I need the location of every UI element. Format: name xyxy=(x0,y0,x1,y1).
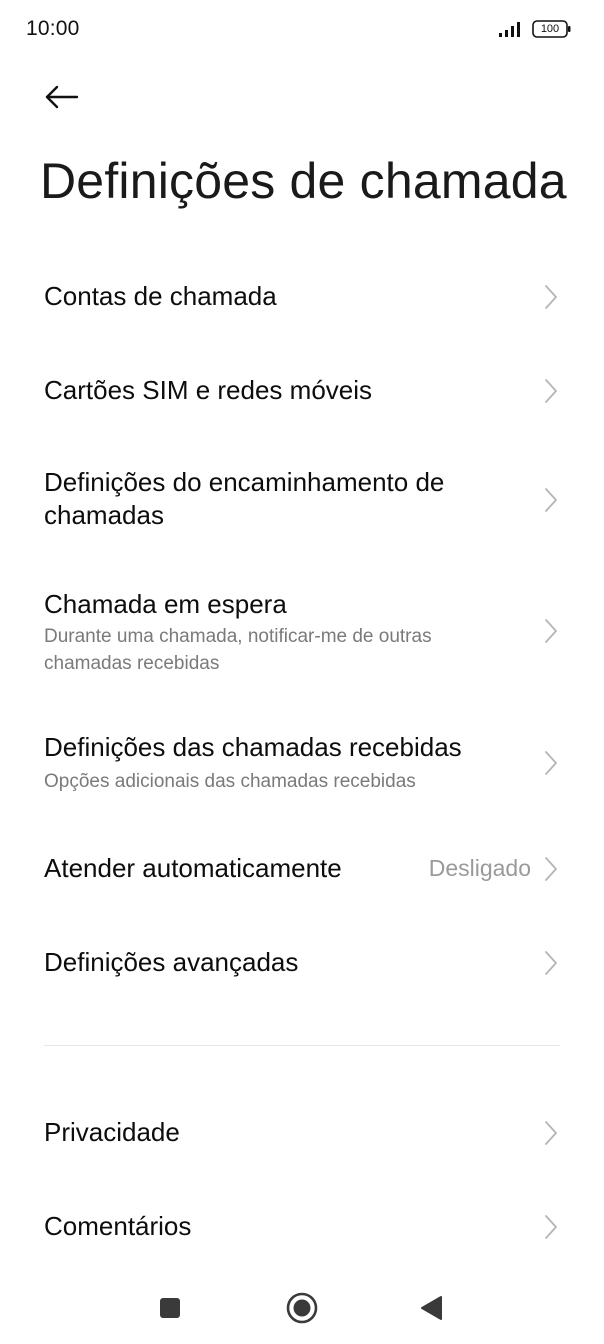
settings-item-title: Chamada em espera xyxy=(44,589,287,619)
square-icon xyxy=(160,1298,180,1318)
settings-item-call-forwarding[interactable]: Definições do encaminhamento de chamadas xyxy=(0,450,604,550)
settings-item-title: Comentários xyxy=(44,1211,192,1241)
settings-item-title: Cartões SIM e redes móveis xyxy=(44,375,373,405)
page-title: Definições de chamada xyxy=(40,153,567,209)
back-button[interactable] xyxy=(34,70,88,124)
auto-answer-value: Desligado xyxy=(428,855,531,881)
chevron-right-icon xyxy=(545,1121,557,1145)
settings-item-title: Contas de chamada xyxy=(44,281,277,311)
back-nav-button[interactable] xyxy=(404,1280,460,1336)
settings-item-call-accounts[interactable]: Contas de chamada xyxy=(0,256,604,340)
settings-item-privacy[interactable]: Privacidade xyxy=(0,1092,604,1176)
settings-item-subtitle: Opções adicionais das chamadas recebidas xyxy=(44,771,416,792)
chevron-right-icon xyxy=(545,379,557,403)
settings-item-sim-cards[interactable]: Cartões SIM e redes móveis xyxy=(0,350,604,434)
settings-item-title: Privacidade xyxy=(44,1117,180,1147)
chevron-right-icon xyxy=(545,857,557,881)
settings-item-feedback[interactable]: Comentários xyxy=(0,1186,604,1266)
section-divider xyxy=(44,1045,560,1046)
settings-item-title: Definições das chamadas recebidas xyxy=(44,732,462,762)
settings-item-incoming-calls[interactable]: Definições das chamadas recebidas Opções… xyxy=(0,718,604,808)
status-bar: 10:00 100 xyxy=(0,0,604,60)
settings-item-title: Definições avançadas xyxy=(44,947,299,977)
arrow-left-icon xyxy=(45,85,79,109)
chevron-right-icon xyxy=(545,619,557,643)
chevron-right-icon xyxy=(545,488,557,512)
settings-item-auto-answer[interactable]: Atender automaticamente Desligado xyxy=(0,828,604,912)
recents-button[interactable] xyxy=(142,1280,198,1336)
status-time: 10:00 xyxy=(26,17,80,40)
settings-item-call-waiting[interactable]: Chamada em espera Durante uma chamada, n… xyxy=(0,578,604,688)
home-button[interactable] xyxy=(274,1280,330,1336)
circle-icon xyxy=(286,1292,318,1324)
settings-item-title: Definições do encaminhamento de chamadas xyxy=(44,467,445,530)
chevron-right-icon xyxy=(545,951,557,975)
signal-icon xyxy=(499,22,520,37)
settings-item-title: Atender automaticamente xyxy=(44,853,342,883)
system-nav-bar xyxy=(0,1270,604,1344)
chevron-right-icon xyxy=(545,751,557,775)
triangle-left-icon xyxy=(421,1296,442,1320)
settings-item-advanced[interactable]: Definições avançadas xyxy=(0,922,604,1006)
chevron-right-icon xyxy=(545,285,557,309)
battery-level: 100 xyxy=(540,23,560,35)
settings-item-subtitle: Durante uma chamada, notificar-me de out… xyxy=(44,626,432,674)
chevron-right-icon xyxy=(545,1215,557,1239)
